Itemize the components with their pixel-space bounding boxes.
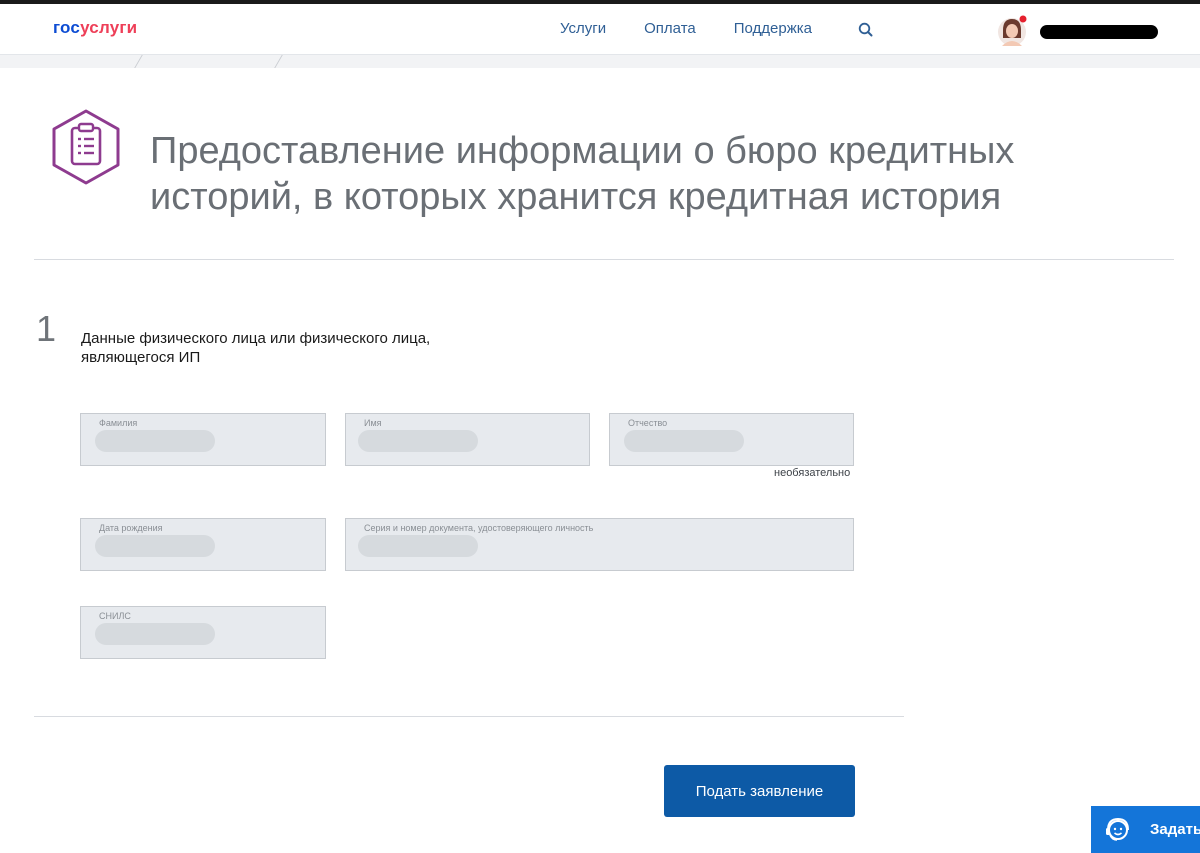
ask-question-widget[interactable]: Задать [1091,806,1200,853]
title-divider [34,259,1174,260]
snils-field[interactable]: СНИЛС [80,606,326,659]
support-agent-icon [1106,817,1129,841]
ask-question-label: Задать [1150,821,1200,838]
username-redacted[interactable] [1040,25,1158,39]
main-nav: Услуги Оплата Поддержка [560,20,850,37]
last-name-label: Фамилия [99,418,138,428]
last-name-value-redacted [95,430,215,452]
patronymic-optional-note: необязательно [774,467,851,479]
first-name-field[interactable]: Имя [345,413,590,466]
snils-value-redacted [95,623,215,645]
form-divider [34,716,904,717]
nav-item-support[interactable]: Поддержка [734,20,812,37]
first-name-label: Имя [364,418,382,428]
search-icon[interactable] [857,21,875,39]
breadcrumb-bar [0,55,1200,68]
clipboard-icon [52,109,120,185]
step-number: 1 [36,308,57,349]
last-name-field[interactable]: Фамилия [80,413,326,466]
patronymic-label: Отчество [628,418,668,428]
first-name-value-redacted [358,430,478,452]
patronymic-value-redacted [624,430,744,452]
site-header: госуслуги Услуги Оплата Поддержка [0,4,1200,55]
nav-item-payment[interactable]: Оплата [644,20,696,37]
identity-document-field[interactable]: Серия и номер документа, удостоверяющего… [345,518,854,571]
user-avatar-icon[interactable] [997,14,1029,48]
submit-application-button[interactable]: Подать заявление [664,765,855,817]
birth-date-field[interactable]: Дата рождения [80,518,326,571]
identity-document-value-redacted [358,535,478,557]
nav-item-services[interactable]: Услуги [560,20,606,37]
snils-label: СНИЛС [99,611,131,621]
patronymic-field[interactable]: Отчество [609,413,854,466]
gosuslugi-logo[interactable]: госуслуги [53,18,137,38]
page-title: Предоставление информации о бюро кредитн… [150,130,1015,218]
birth-date-label: Дата рождения [99,523,163,533]
step-title: Данные физического лица или физического … [81,330,431,366]
identity-document-label: Серия и номер документа, удостоверяющего… [364,523,594,533]
birth-date-value-redacted [95,535,215,557]
